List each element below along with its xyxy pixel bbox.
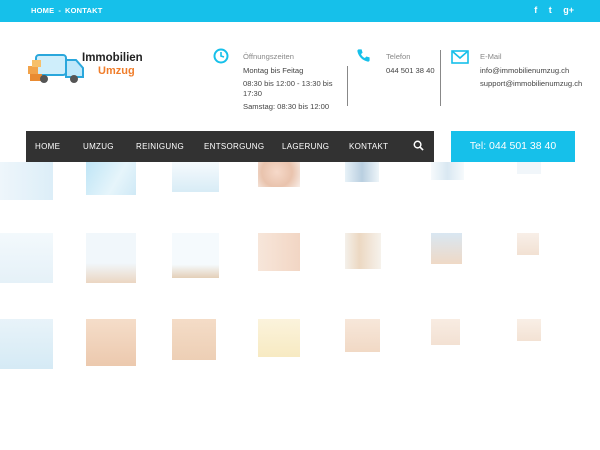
- slider-tile: [258, 233, 300, 271]
- nav-item-kontakt[interactable]: KONTAKT: [349, 142, 388, 151]
- nav-item-reinigung[interactable]: REINIGUNG: [136, 142, 184, 151]
- opening-hours-line1: Montag bis Feitag: [243, 66, 304, 75]
- email-icon: [451, 50, 469, 64]
- slider-tile: [0, 233, 53, 283]
- nav-item-umzug[interactable]: UMZUG: [83, 142, 114, 151]
- info-divider: [347, 66, 348, 106]
- slider-tile: [431, 162, 464, 180]
- slider-tile: [86, 233, 136, 283]
- top-link-home[interactable]: HOME: [31, 6, 54, 15]
- slider-tile: [517, 233, 539, 255]
- opening-hours-label: Öffnungszeiten: [243, 52, 294, 61]
- top-links: HOME - KONTAKT: [31, 6, 103, 15]
- slider-tile: [258, 162, 300, 187]
- twitter-icon[interactable]: t: [549, 5, 552, 15]
- main-nav: HOME UMZUG REINIGUNG ENTSORGUNG LAGERUNG…: [26, 131, 434, 162]
- email-label: E-Mail: [480, 52, 502, 61]
- van-icon: [28, 54, 84, 83]
- social-links: f t g+: [525, 5, 574, 15]
- phone-cta-button[interactable]: Tel: 044 501 38 40: [451, 131, 575, 162]
- phone-label: Telefon: [386, 52, 411, 61]
- logo-text-line1: Immobilien: [82, 52, 143, 64]
- slider-tile: [345, 319, 380, 352]
- slider-tile: [172, 319, 216, 360]
- slider-tile: [431, 233, 462, 264]
- nav-item-lagerung[interactable]: LAGERUNG: [282, 142, 329, 151]
- logo-text-line2: Umzug: [98, 65, 135, 77]
- info-divider-2: [440, 50, 441, 106]
- top-link-kontakt[interactable]: KONTAKT: [65, 6, 103, 15]
- top-bar: HOME - KONTAKT f t g+: [0, 0, 600, 22]
- slider-tile: [258, 319, 300, 357]
- phone-icon: [357, 49, 370, 62]
- slider-tile: [172, 233, 219, 278]
- opening-hours: Öffnungszeiten Montag bis Feitag 08:30 b…: [243, 52, 343, 112]
- slider-tile: [0, 162, 53, 200]
- opening-hours-line4: Samstag: 08:30 bis 12:00: [243, 102, 330, 111]
- slider-tile: [0, 319, 53, 369]
- nav-item-entsorgung[interactable]: ENTSORGUNG: [204, 142, 264, 151]
- opening-hours-line2: 08:30 bis 12:00 - 13:30 bis: [243, 79, 333, 88]
- phone-value[interactable]: 044 501 38 40: [386, 66, 435, 76]
- slider-tile: [172, 162, 219, 192]
- google-plus-icon[interactable]: g+: [563, 5, 574, 15]
- slider-tile: [517, 319, 541, 341]
- slider-tile: [86, 319, 136, 366]
- slider-tile: [431, 319, 460, 345]
- opening-hours-line3: 17:30: [243, 89, 263, 98]
- clock-icon: [213, 48, 229, 64]
- slider-tile: [345, 233, 381, 269]
- nav-item-home[interactable]: HOME: [35, 142, 60, 151]
- email-value-2[interactable]: support@immobilienumzug.ch: [480, 79, 582, 89]
- phone-info: Telefon 044 501 38 40: [386, 52, 435, 76]
- slider-tile: [86, 162, 136, 195]
- facebook-icon[interactable]: f: [534, 5, 537, 15]
- search-icon[interactable]: [413, 140, 424, 151]
- slider-tile: [345, 162, 379, 182]
- email-info: E-Mail info@immobilienumzug.ch support@i…: [480, 52, 582, 89]
- site-logo[interactable]: Immobilien Umzug: [26, 48, 156, 88]
- email-value-1[interactable]: info@immobilienumzug.ch: [480, 66, 582, 76]
- slider-tile: [517, 162, 541, 174]
- top-link-separator: -: [58, 6, 62, 15]
